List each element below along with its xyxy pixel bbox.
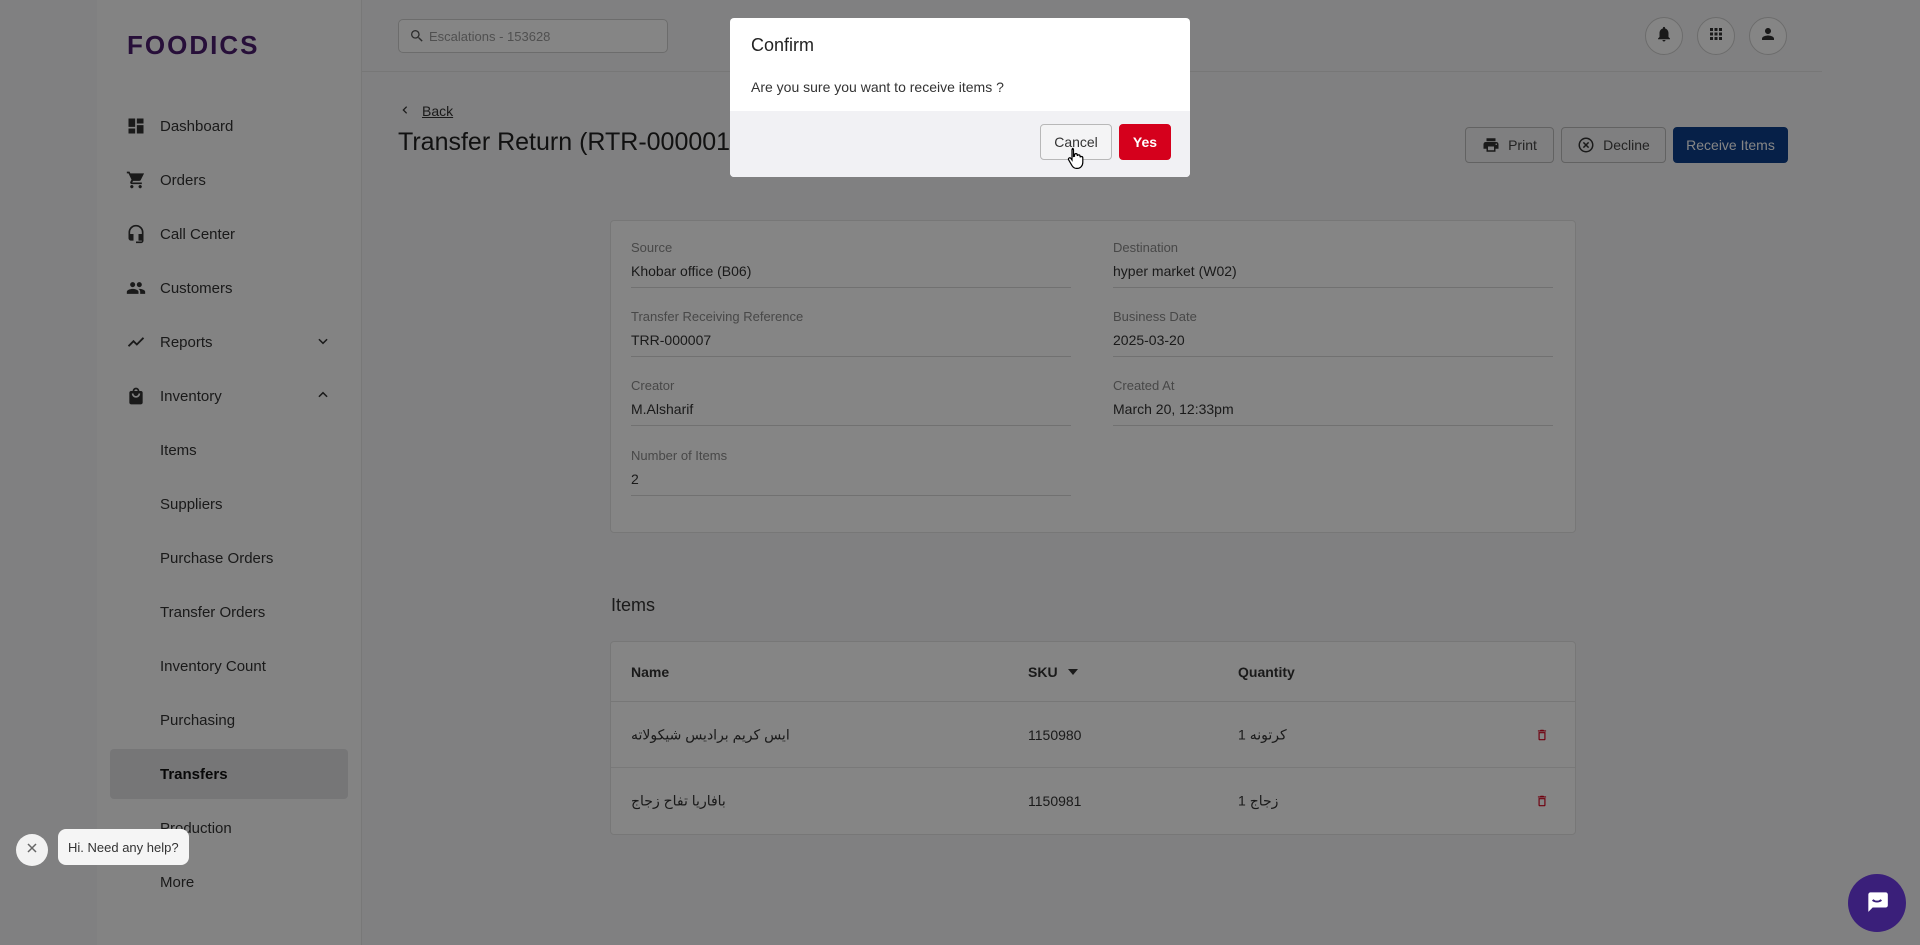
hand-cursor-icon <box>1067 147 1085 174</box>
dialog-message: Are you sure you want to receive items ? <box>751 79 1004 95</box>
yes-button[interactable]: Yes <box>1119 124 1171 160</box>
help-bubble[interactable]: Hi. Need any help? <box>58 829 189 865</box>
confirm-dialog: Confirm Are you sure you want to receive… <box>730 18 1190 177</box>
chat-icon <box>1864 888 1890 919</box>
dialog-footer: Cancel Yes <box>730 111 1190 177</box>
dialog-title: Confirm <box>751 35 815 55</box>
help-close-button[interactable] <box>16 834 48 866</box>
close-icon <box>26 841 38 859</box>
chat-button[interactable] <box>1848 874 1906 932</box>
